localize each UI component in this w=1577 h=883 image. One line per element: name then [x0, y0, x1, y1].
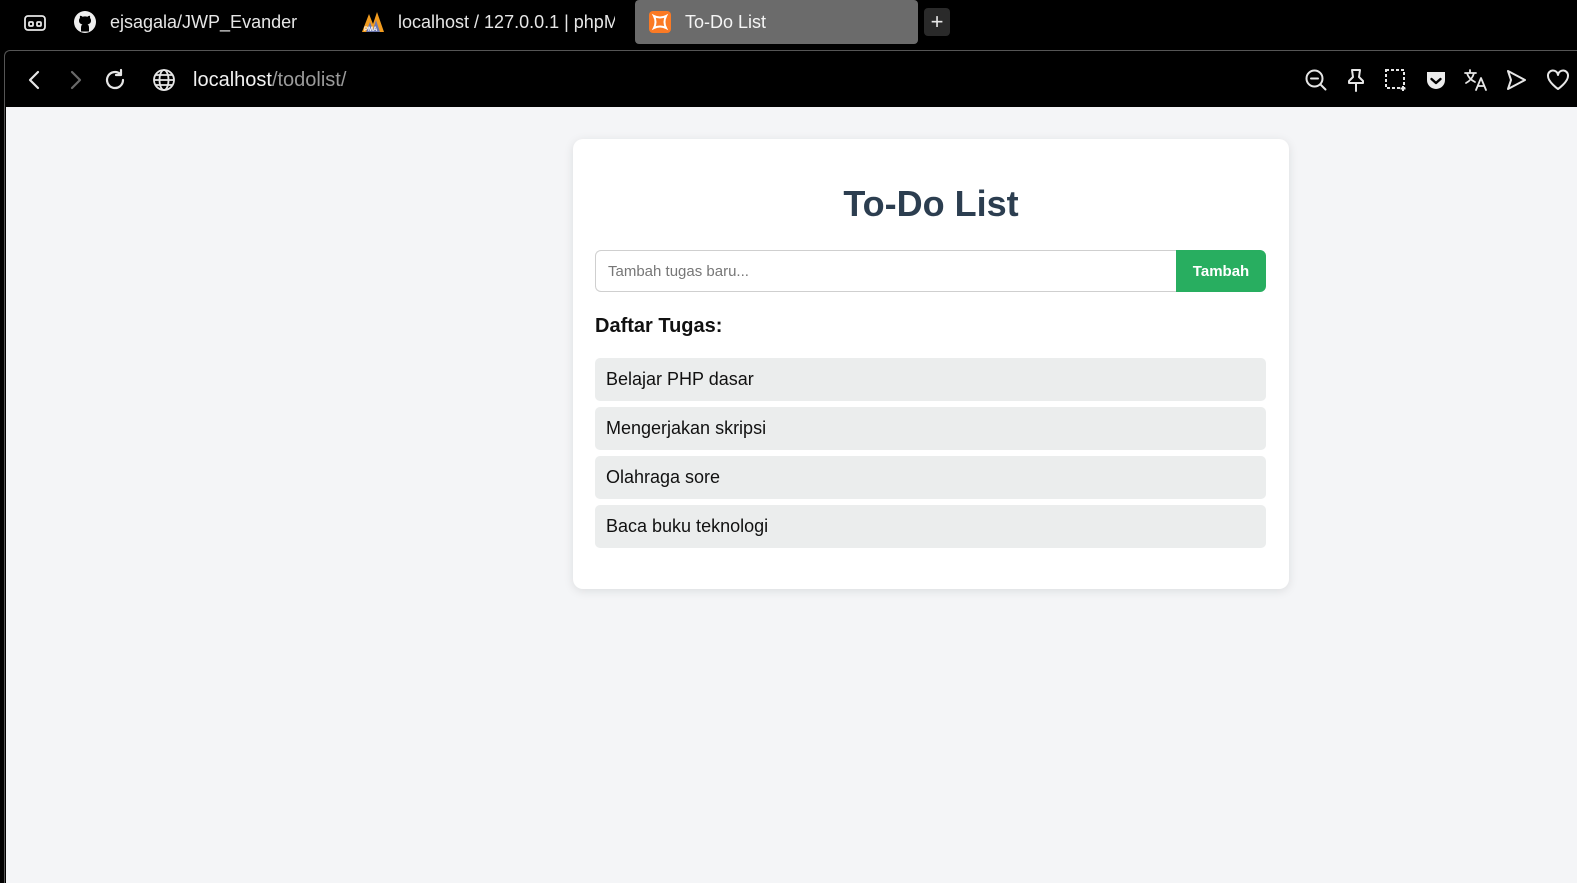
tab-title: ejsagala/JWP_Evander — [110, 11, 298, 32]
url-path: /todolist/ — [271, 69, 347, 91]
forward-icon[interactable] — [62, 67, 88, 93]
task-item: Belajar PHP dasar — [595, 358, 1266, 401]
tab-github[interactable]: ejsagala/JWP_Evander — [72, 0, 342, 44]
send-icon[interactable] — [1503, 67, 1529, 93]
add-task-button[interactable]: Tambah — [1176, 250, 1266, 292]
xampp-icon — [647, 9, 673, 35]
url-text[interactable]: localhost/todolist/ — [193, 69, 346, 92]
new-tab-button[interactable]: + — [924, 8, 950, 36]
reload-icon[interactable] — [102, 67, 128, 93]
page-title: To-Do List — [843, 183, 1019, 224]
page-viewport: To-Do List Tambah Daftar Tugas: Belajar … — [6, 107, 1577, 883]
tab-bar: ejsagala/JWP_Evander PMA localhost / 127… — [0, 0, 1577, 46]
pocket-shield-icon[interactable] — [1423, 67, 1449, 93]
add-task-form: Tambah — [595, 250, 1266, 292]
zoom-out-icon[interactable] — [1303, 67, 1329, 93]
pin-icon[interactable] — [1343, 67, 1369, 93]
tab-title: localhost / 127.0.0.1 | phpMyAdmin — [398, 11, 615, 32]
heart-icon[interactable] — [1545, 67, 1571, 93]
tab-actions-icon[interactable] — [20, 10, 50, 36]
address-bar: localhost/todolist/ — [5, 51, 1577, 107]
task-list-heading: Daftar Tugas: — [595, 315, 723, 337]
url-host: localhost — [193, 69, 272, 91]
tab-phpmyadmin[interactable]: PMA localhost / 127.0.0.1 | phpMyAdmin — [360, 0, 615, 44]
github-icon — [72, 9, 98, 35]
tab-todo-list[interactable]: To-Do List — [635, 0, 918, 44]
globe-icon[interactable] — [151, 67, 177, 93]
browser-window: localhost/todolist/ To-Do List Tambah tu… — [4, 50, 1577, 883]
task-item: Baca buku teknologi — [595, 505, 1266, 548]
translate-icon[interactable] — [1463, 67, 1489, 93]
new-task-input[interactable] — [595, 250, 1176, 292]
screenshot-icon[interactable] — [1383, 67, 1409, 93]
svg-text:PMA: PMA — [364, 27, 378, 33]
phpmyadmin-icon: PMA — [360, 9, 386, 35]
task-item: Mengerjakan skripsi — [595, 407, 1266, 450]
task-item: Olahraga sore — [595, 456, 1266, 499]
tab-title: To-Do List — [685, 11, 767, 32]
todo-card: To-Do List Tambah Daftar Tugas: Belajar … — [573, 139, 1289, 589]
back-icon[interactable] — [22, 67, 48, 93]
task-list: Belajar PHP dasar Mengerjakan skripsi Ol… — [595, 358, 1266, 554]
